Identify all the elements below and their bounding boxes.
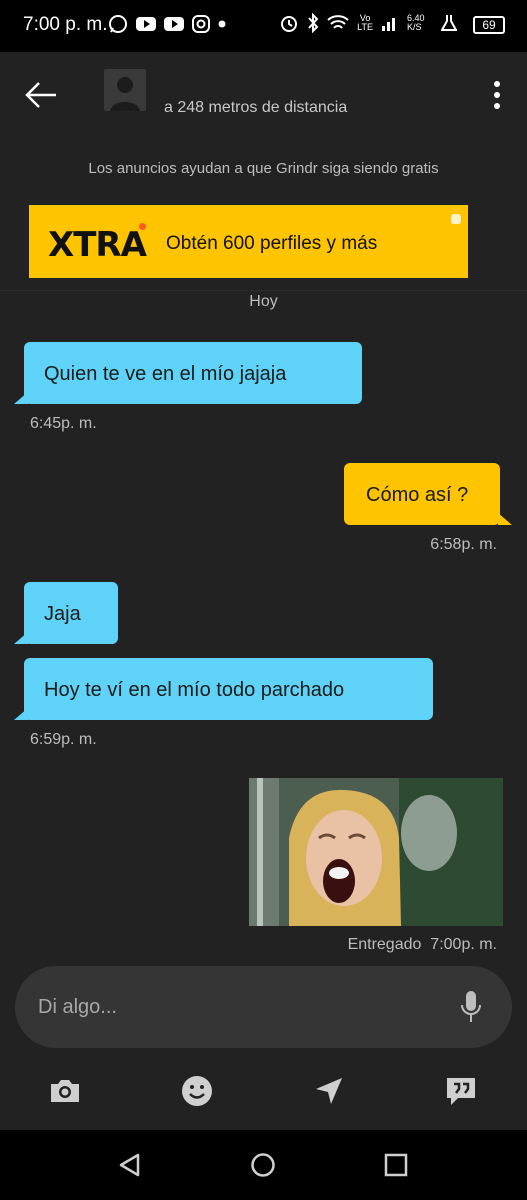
wifi-icon bbox=[327, 15, 349, 29]
nav-home-icon[interactable] bbox=[250, 1152, 276, 1178]
bubble-tail bbox=[14, 708, 28, 720]
message-text: Hoy te ví en el mío todo parchado bbox=[44, 679, 345, 701]
message-time: 7:00p. m. bbox=[430, 936, 497, 953]
day-label: Hoy bbox=[249, 293, 278, 310]
battery-icon: 69 bbox=[473, 16, 505, 34]
avatar[interactable] bbox=[104, 69, 146, 111]
delivery-status: Entregado 7:00p. m. bbox=[348, 936, 497, 954]
ad-note: Los anuncios ayudan a que Grindr siga si… bbox=[88, 160, 439, 177]
logo-dot bbox=[139, 223, 146, 230]
divider bbox=[0, 290, 527, 291]
bubble-tail bbox=[14, 392, 28, 404]
input-placeholder: Di algo... bbox=[38, 996, 117, 1018]
xtra-logo: XTRA bbox=[48, 225, 147, 265]
chat-header: a 248 metros de distancia bbox=[0, 52, 527, 142]
location-icon[interactable] bbox=[312, 1074, 346, 1108]
grindr-mask-icon bbox=[451, 214, 461, 224]
whatsapp-icon bbox=[109, 15, 127, 33]
message-text: Cómo así ? bbox=[366, 484, 469, 506]
signal-icon bbox=[382, 18, 395, 31]
bluetooth-icon bbox=[308, 13, 319, 33]
notification-icons bbox=[108, 14, 226, 34]
back-arrow-icon[interactable] bbox=[24, 78, 58, 112]
status-time: 7:00 p. m. bbox=[23, 14, 108, 35]
bubble-tail bbox=[14, 632, 28, 644]
camera-icon[interactable] bbox=[48, 1074, 82, 1108]
youtube-icon bbox=[136, 17, 156, 31]
volte-icon: Vo LTE bbox=[357, 13, 373, 32]
message-time: 6:45p. m. bbox=[30, 415, 97, 432]
system-nav-bar bbox=[0, 1130, 527, 1200]
message-bubble-incoming[interactable]: Jaja bbox=[24, 582, 118, 644]
message-bubble-outgoing[interactable]: Cómo así ? bbox=[344, 463, 500, 525]
message-time: 6:58p. m. bbox=[430, 536, 497, 553]
instagram-icon bbox=[192, 15, 210, 33]
quick-reply-icon[interactable] bbox=[444, 1074, 478, 1108]
message-bubble-incoming[interactable]: Hoy te ví en el mío todo parchado bbox=[24, 658, 433, 720]
distance-label: a 248 metros de distancia bbox=[164, 99, 348, 116]
alarm-icon bbox=[281, 16, 298, 32]
ad-banner[interactable]: XTRA Obtén 600 perfiles y más bbox=[29, 205, 468, 278]
message-input[interactable]: Di algo... bbox=[15, 966, 512, 1048]
photo-image bbox=[249, 778, 503, 926]
photo-message[interactable] bbox=[249, 778, 503, 926]
mic-icon[interactable] bbox=[460, 990, 482, 1024]
message-text: Quien te ve en el mío jajaja bbox=[44, 363, 287, 385]
delivered-label: Entregado bbox=[347, 936, 422, 953]
message-bubble-incoming[interactable]: Quien te ve en el mío jajaja bbox=[24, 342, 362, 404]
sticker-icon[interactable] bbox=[180, 1074, 214, 1108]
dot-icon bbox=[218, 20, 226, 28]
net-speed: 6.40 K/S bbox=[407, 13, 425, 32]
bubble-tail bbox=[498, 513, 512, 525]
nav-recents-icon[interactable] bbox=[383, 1152, 409, 1178]
nav-back-icon[interactable] bbox=[117, 1152, 143, 1178]
system-icons: Vo LTE 6.40 K/S bbox=[279, 13, 457, 33]
ad-text: Obtén 600 perfiles y más bbox=[166, 233, 378, 254]
status-bar: 7:00 p. m. Vo LTE 6.40 K/S 69 bbox=[0, 0, 527, 52]
message-time: 6:59p. m. bbox=[30, 731, 97, 748]
chat-toolbar bbox=[0, 1060, 527, 1130]
flask-icon bbox=[441, 15, 457, 31]
more-vert-icon[interactable] bbox=[491, 80, 503, 110]
message-text: Jaja bbox=[44, 603, 81, 625]
youtube-icon bbox=[164, 17, 184, 31]
default-avatar-icon bbox=[110, 77, 140, 111]
